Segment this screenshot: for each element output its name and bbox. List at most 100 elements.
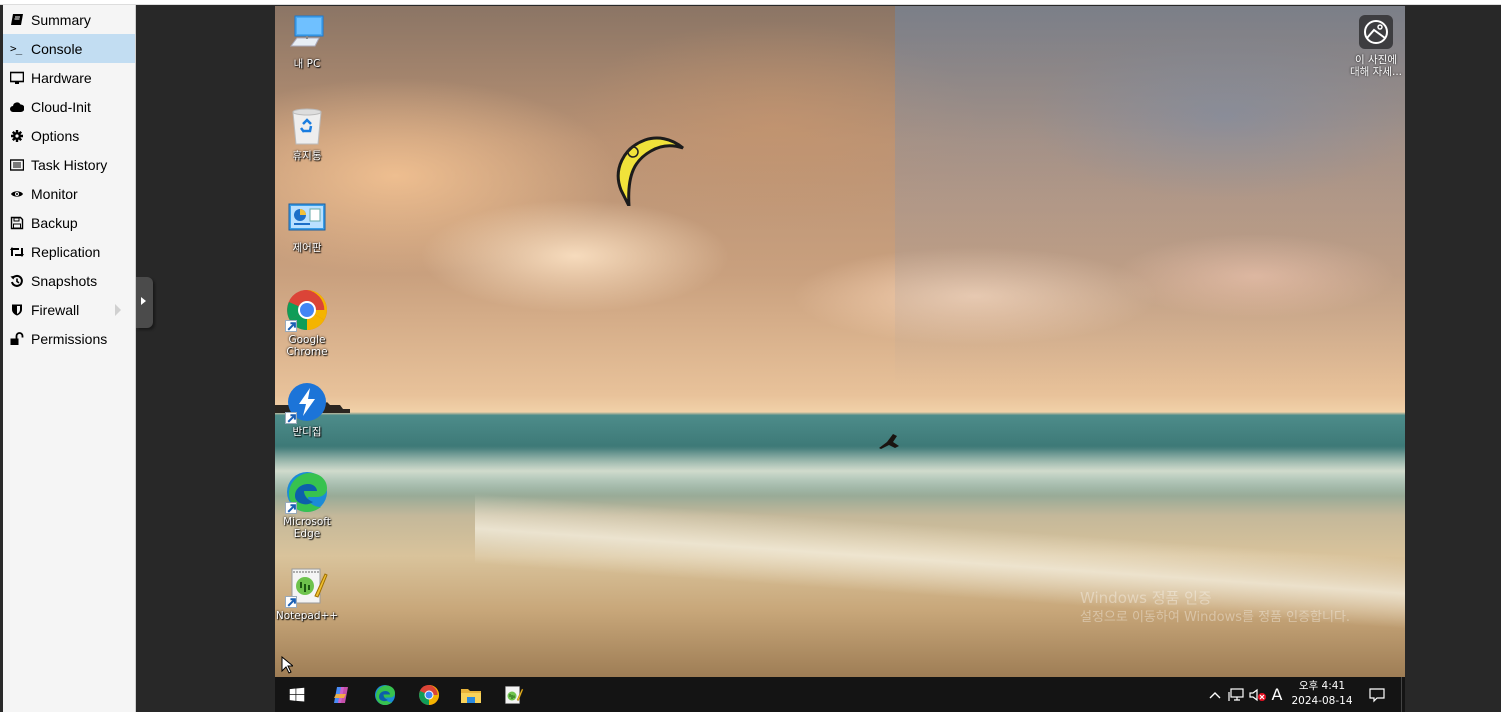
input-method-indicator[interactable]: A: [1269, 677, 1285, 712]
floppy-icon: [10, 215, 28, 231]
desktop-icon-bandizip[interactable]: 반디집: [275, 380, 339, 438]
clock-date: 2024-08-14: [1291, 695, 1353, 707]
chrome-icon: [285, 288, 329, 332]
sidebar-item-hardware[interactable]: Hardware: [3, 63, 135, 92]
action-center-button[interactable]: [1365, 677, 1389, 712]
sidebar-item-label: Firewall: [31, 301, 80, 318]
photo-info-label: 이 사진에 대해 자세...: [1350, 54, 1402, 78]
sidebar-item-cloud-init[interactable]: Cloud-Init: [3, 92, 135, 121]
sidebar-item-label: Permissions: [31, 330, 108, 347]
sidebar-item-console[interactable]: >_ Console: [3, 34, 135, 63]
desktop-icon-control-panel[interactable]: 제어판: [275, 196, 339, 254]
desktop-icon-recycle-bin[interactable]: 휴지통: [275, 104, 339, 162]
learn-about-this-picture[interactable]: 이 사진에 대해 자세...: [1340, 15, 1405, 78]
notepadpp-icon: [505, 685, 524, 704]
bandizip-icon: [285, 380, 329, 424]
sidebar-item-options[interactable]: Options: [3, 121, 135, 150]
shortcut-arrow-icon: [285, 320, 297, 332]
windows-activation-watermark: Windows 정품 인증 설정으로 이동하여 Windows를 정품 인증합니…: [1080, 588, 1400, 628]
sidebar-item-label: Replication: [31, 243, 101, 260]
expand-arrow-icon: [141, 297, 146, 305]
sidebar-item-label: Options: [31, 127, 80, 144]
sidebar-item-task-history[interactable]: Task History: [3, 150, 135, 179]
sidebar-item-label: Task History: [31, 156, 108, 173]
edge-icon: [375, 684, 395, 705]
watermark-title: Windows 정품 인증: [1080, 589, 1212, 607]
sidebar-item-label: Hardware: [31, 69, 92, 86]
shortcut-arrow-icon: [285, 412, 297, 424]
folder-icon: [461, 688, 481, 703]
history-icon: [10, 273, 28, 289]
submenu-arrow-icon[interactable]: [115, 304, 121, 316]
vm-nav-sidebar: Summary >_ Console Hardware Cloud-Init O…: [0, 5, 136, 712]
show-desktop-button[interactable]: [1401, 677, 1405, 712]
recycle-bin-icon: [285, 104, 329, 148]
monitor-icon: [10, 70, 28, 86]
sidebar-item-label: Snapshots: [31, 272, 98, 289]
gear-icon: [10, 128, 28, 144]
taskbar-copilot[interactable]: [319, 677, 363, 712]
sidebar-item-label: Monitor: [31, 185, 78, 202]
desktop-icon-notepad-plus-plus[interactable]: Notepad++: [275, 564, 339, 622]
taskbar-file-explorer[interactable]: [449, 677, 493, 712]
sidebar-item-label: Backup: [31, 214, 78, 231]
taskbar-chrome[interactable]: [407, 677, 451, 712]
wallpaper-surf: [275, 446, 1405, 496]
taskbar-notepad-plus-plus[interactable]: [491, 677, 535, 712]
chevron-up-icon: [1209, 691, 1221, 698]
clock-time: 오후 4:41: [1298, 680, 1346, 692]
notepadpp-icon: [285, 564, 329, 608]
shortcut-arrow-icon: [285, 502, 297, 514]
show-hidden-icons-button[interactable]: [1207, 677, 1223, 712]
shortcut-arrow-icon: [285, 596, 297, 608]
sidebar-item-firewall[interactable]: Firewall: [3, 295, 135, 324]
wallpaper-kite: [616, 136, 684, 206]
desktop-icon-microsoft-edge[interactable]: Microsoft Edge: [275, 470, 339, 540]
network-wired-icon: [1228, 687, 1244, 701]
unlock-icon: [10, 331, 28, 347]
watermark-subtitle: 설정으로 이동하여 Windows를 정품 인증합니다.: [1080, 610, 1351, 625]
sidebar-item-backup[interactable]: Backup: [3, 208, 135, 237]
desktop-icon-google-chrome[interactable]: Google Chrome: [275, 288, 339, 358]
retweet-icon: [10, 244, 28, 260]
taskbar-clock[interactable]: 오후 4:41 2024-08-14: [1287, 679, 1357, 709]
sidebar-item-label: Summary: [31, 11, 91, 28]
volume-muted-icon: [1249, 688, 1266, 701]
sidebar-item-monitor[interactable]: Monitor: [3, 179, 135, 208]
sidebar-item-permissions[interactable]: Permissions: [3, 324, 135, 353]
volume-button[interactable]: [1248, 677, 1268, 712]
book-icon: [10, 12, 28, 28]
network-status-button[interactable]: [1226, 677, 1246, 712]
desktop-icon-label: 내 PC: [293, 58, 321, 70]
wallpaper-sky: [895, 6, 1405, 386]
sidebar-collapse-toggle[interactable]: [136, 277, 153, 328]
list-icon: [10, 157, 28, 173]
mouse-cursor-icon: [281, 656, 293, 674]
cloud-icon: [10, 99, 28, 115]
sidebar-item-label: Console: [31, 40, 83, 57]
desktop-icon-label: 휴지통: [292, 150, 322, 162]
windows-logo-icon: [289, 687, 305, 702]
sidebar-item-label: Cloud-Init: [31, 98, 91, 115]
wallpaper-kitesurfer: [879, 434, 899, 449]
shield-icon: [10, 302, 28, 318]
sidebar-item-replication[interactable]: Replication: [3, 237, 135, 266]
terminal-icon: >_: [10, 42, 22, 55]
vm-desktop-screen[interactable]: 내 PC 휴지통 제어판 Google Chrome 반디집 Microsoft…: [275, 6, 1405, 677]
desktop-icon-label: 제어판: [292, 242, 322, 254]
chrome-icon: [419, 684, 439, 705]
eye-icon: [10, 186, 28, 202]
taskbar-edge[interactable]: [363, 677, 407, 712]
notification-icon: [1369, 687, 1385, 702]
this-pc-icon: [285, 12, 329, 56]
desktop-icon-this-pc[interactable]: 내 PC: [275, 12, 339, 70]
edge-icon: [285, 470, 329, 514]
sidebar-item-snapshots[interactable]: Snapshots: [3, 266, 135, 295]
photo-info-line2: 대해 자세...: [1350, 66, 1402, 78]
control-panel-icon: [285, 196, 329, 240]
windows-taskbar: A 오후 4:41 2024-08-14: [275, 677, 1405, 712]
copilot-icon: [334, 686, 348, 703]
photo-info-line1: 이 사진에: [1355, 54, 1397, 66]
start-button[interactable]: [275, 677, 319, 712]
sidebar-item-summary[interactable]: Summary: [3, 5, 135, 34]
